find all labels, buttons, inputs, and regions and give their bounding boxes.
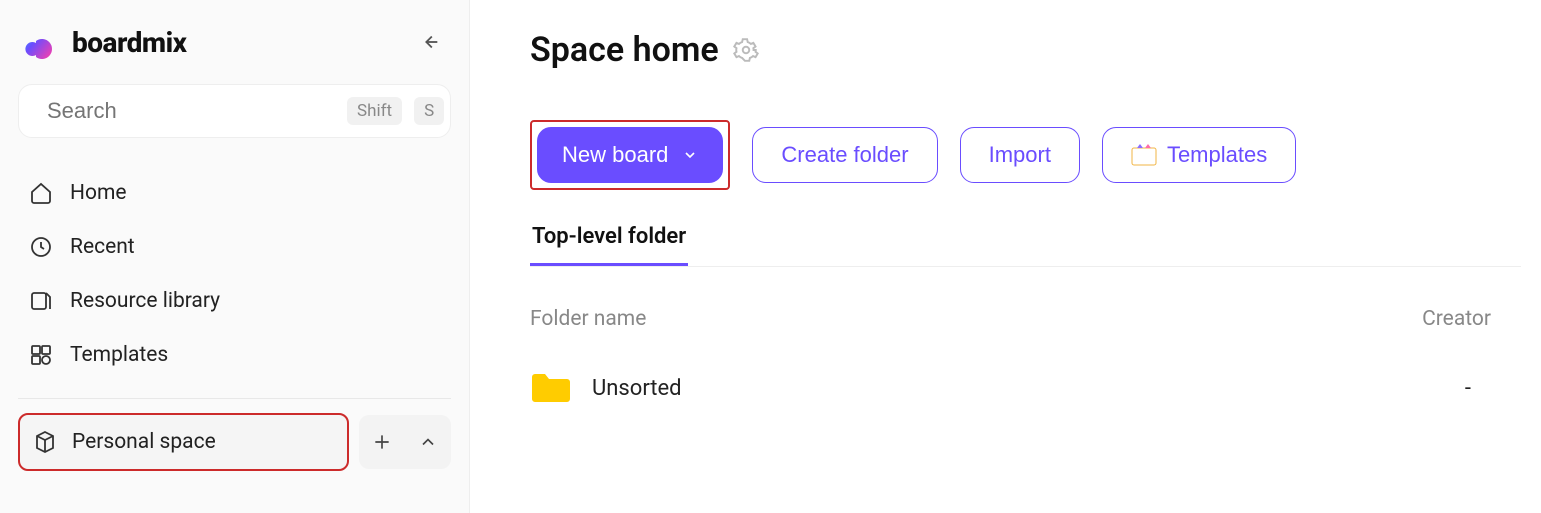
main: Space home New board Create folder Impor… [470,0,1541,513]
nav-resource-library[interactable]: Resource library [18,276,451,326]
nav-home[interactable]: Home [18,168,451,218]
templates-nav-icon [28,342,54,368]
clock-icon [28,234,54,260]
add-space-button[interactable] [359,419,405,465]
templates-button[interactable]: Templates [1102,127,1296,183]
tab-top-level-folder[interactable]: Top-level folder [530,224,688,266]
chevron-down-icon [682,147,698,163]
folder-name: Unsorted [592,376,682,401]
cube-icon [32,429,58,455]
col-creator: Creator [1422,307,1491,331]
sidebar: boardmix Shift S Home Recent [0,0,470,513]
button-label: New board [562,142,668,168]
folder-creator: - [1465,376,1471,401]
table-row[interactable]: Unsorted - [530,371,1521,405]
brand-logo-icon [24,24,60,60]
plus-icon [372,432,392,452]
space-label: Personal space [72,430,216,454]
personal-space-item[interactable]: Personal space [18,413,349,471]
import-button[interactable]: Import [960,127,1080,183]
space-row: Personal space [18,413,451,471]
search-input[interactable] [47,98,335,124]
folder-cell: Unsorted [530,371,682,405]
kbd-shift: Shift [347,97,402,125]
nav-recent[interactable]: Recent [18,222,451,272]
button-label: Import [989,142,1051,168]
home-icon [28,180,54,206]
search-box[interactable]: Shift S [18,84,451,138]
title-row: Space home [530,30,1521,70]
button-label: Templates [1167,142,1267,168]
folder-icon [530,371,570,405]
nav: Home Recent Resource library Templates [18,168,451,380]
nav-templates[interactable]: Templates [18,330,451,380]
chevron-up-icon [418,432,438,452]
collapse-space-button[interactable] [405,419,451,465]
brand[interactable]: boardmix [24,24,186,60]
table-header: Folder name Creator [530,307,1521,331]
col-folder-name: Folder name [530,307,646,331]
action-bar: New board Create folder Import Templates [530,120,1521,190]
tabs: Top-level folder [530,224,1521,267]
nav-label: Templates [70,343,168,367]
collapse-icon [419,31,441,53]
brand-row: boardmix [18,18,451,70]
nav-label: Home [70,181,127,205]
highlight-new-board: New board [530,120,730,190]
create-folder-button[interactable]: Create folder [752,127,937,183]
library-icon [28,288,54,314]
brand-name: boardmix [72,26,186,59]
new-board-button[interactable]: New board [537,127,723,183]
space-actions [359,415,451,469]
kbd-s: S [414,97,444,125]
button-label: Create folder [781,142,908,168]
gear-icon[interactable] [733,37,759,63]
nav-label: Resource library [70,289,220,313]
divider [18,398,451,399]
collapse-sidebar-button[interactable] [415,27,445,57]
page-title: Space home [530,30,719,70]
nav-label: Recent [70,235,135,259]
templates-icon [1131,144,1157,166]
